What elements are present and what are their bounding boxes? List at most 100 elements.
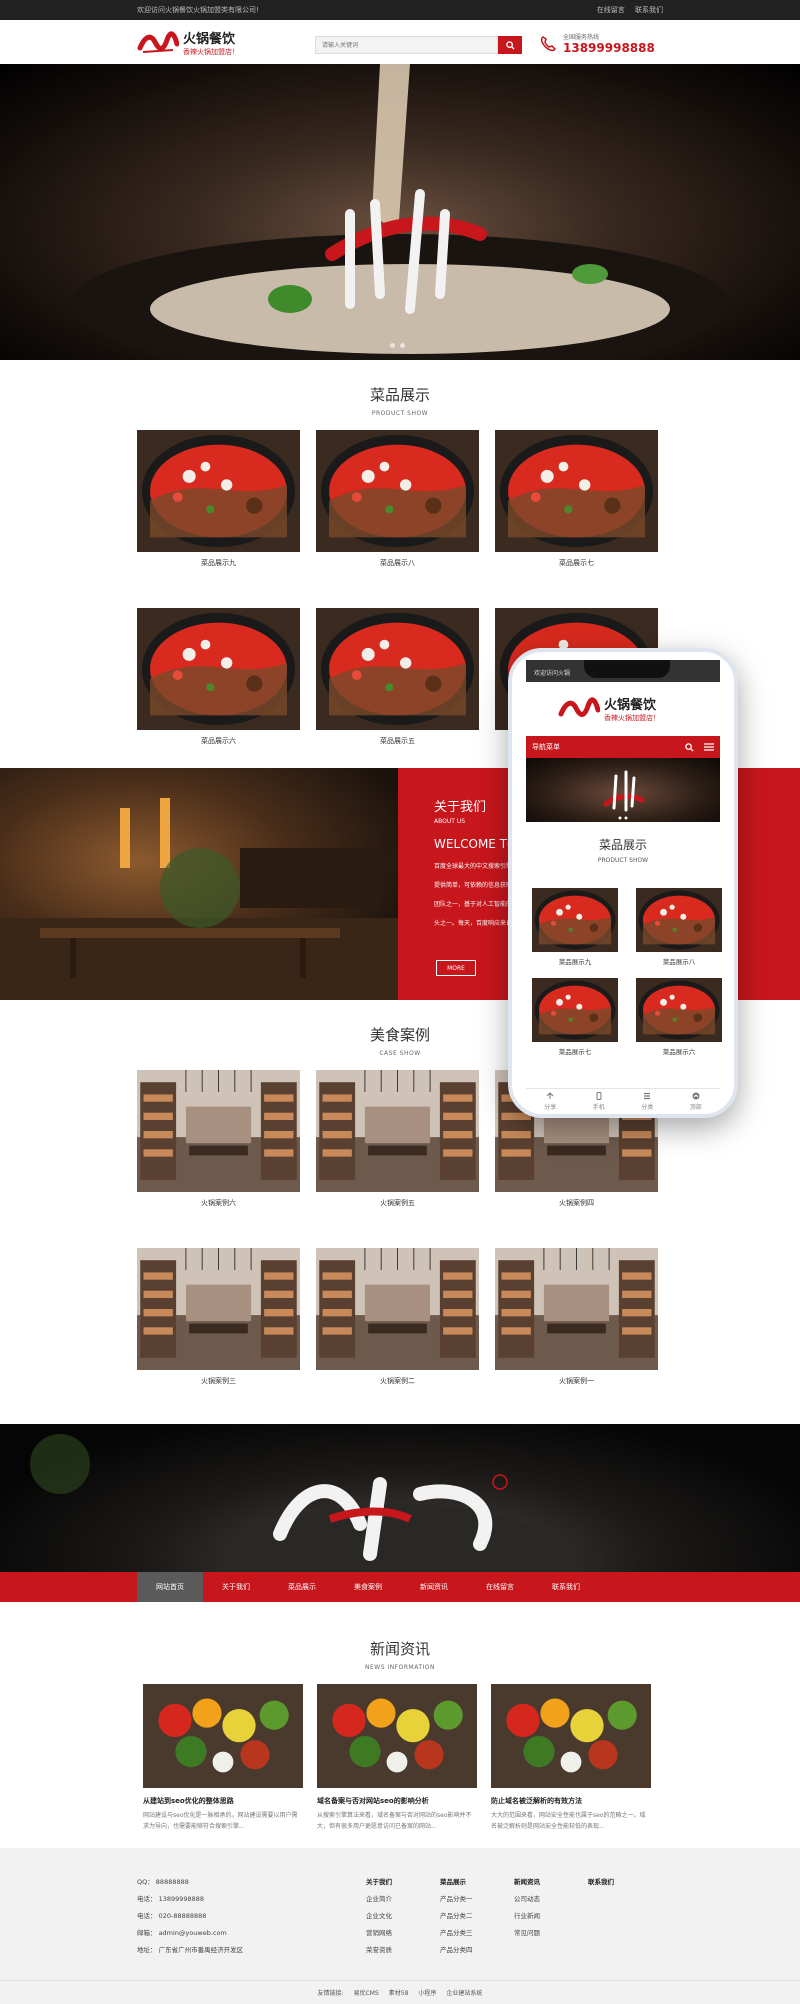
about-more-button[interactable]: MORE	[436, 960, 476, 976]
mobile-product-image[interactable]	[636, 888, 722, 952]
top-link-contact[interactable]: 联系我们	[635, 6, 663, 14]
product-caption[interactable]: 菜品展示九	[137, 558, 300, 568]
case-image[interactable]	[316, 1070, 479, 1192]
product-card[interactable]: 菜品展示六	[137, 608, 300, 746]
product-card[interactable]: 菜品展示五	[316, 608, 479, 746]
mobile-product-card[interactable]: 菜品展示九	[532, 888, 618, 966]
friend-link[interactable]: 小程序	[418, 1988, 436, 1997]
footer-column-head[interactable]: 关于我们	[366, 1874, 440, 1891]
footer-column-head[interactable]: 新闻资讯	[514, 1874, 588, 1891]
friend-link[interactable]: 易优CMS	[354, 1988, 379, 1997]
product-card[interactable]: 菜品展示八	[316, 430, 479, 568]
search-icon[interactable]	[685, 742, 694, 752]
product-caption[interactable]: 菜品展示七	[495, 558, 658, 568]
product-caption[interactable]: 菜品展示六	[137, 736, 300, 746]
news-item-title[interactable]: 域名备案与否对网站seo的影响分析	[317, 1796, 477, 1806]
nav-message[interactable]: 在线留言	[467, 1572, 533, 1602]
case-caption[interactable]: 火锅案例三	[137, 1376, 300, 1386]
case-caption[interactable]: 火锅案例一	[495, 1376, 658, 1386]
product-caption[interactable]: 菜品展示五	[316, 736, 479, 746]
footer-link[interactable]: 企业简介	[366, 1891, 440, 1908]
mobile-product-caption[interactable]: 菜品展示九	[532, 956, 618, 966]
footer-column: 菜品展示 产品分类一 产品分类二 产品分类三 产品分类四	[440, 1874, 514, 1959]
footer-link[interactable]: 常见问题	[514, 1925, 588, 1942]
footer-link[interactable]: 行业新闻	[514, 1908, 588, 1925]
case-card[interactable]: 火锅案例五	[316, 1070, 479, 1208]
footer-column-head[interactable]: 菜品展示	[440, 1874, 514, 1891]
site-logo[interactable]: 火锅餐饮 香辣火锅加盟店！	[137, 28, 239, 57]
news-card[interactable]: 从建站到seo优化的整体思路 网站建设与seo优化是一脉相承的。网站建设需要以用…	[143, 1684, 303, 1832]
nav-about[interactable]: 关于我们	[203, 1572, 269, 1602]
news-card[interactable]: 防止域名被泛解析的有效方法 大大的范围来看，网站安全性能也属于seo的范畴之一。…	[491, 1684, 651, 1832]
menu-icon[interactable]	[704, 743, 714, 751]
friend-link[interactable]: 企业建站系统	[446, 1988, 482, 1997]
case-card[interactable]: 火锅案例三	[137, 1248, 300, 1386]
case-caption[interactable]: 火锅案例五	[316, 1198, 479, 1208]
case-caption[interactable]: 火锅案例四	[495, 1198, 658, 1208]
case-caption[interactable]: 火锅案例二	[316, 1376, 479, 1386]
tab-mobile[interactable]: 手机	[593, 1089, 605, 1112]
footer-link[interactable]: 荣誉资质	[366, 1942, 440, 1959]
case-image[interactable]	[316, 1248, 479, 1370]
news-item-title[interactable]: 防止域名被泛解析的有效方法	[491, 1796, 651, 1806]
news-item-title[interactable]: 从建站到seo优化的整体思路	[143, 1796, 303, 1806]
nav-contact[interactable]: 联系我们	[533, 1572, 599, 1602]
news-image[interactable]	[143, 1684, 303, 1788]
news-card[interactable]: 域名备案与否对网站seo的影响分析 从搜索引擎算法来看，域名备案与否对网站的se…	[317, 1684, 477, 1832]
footer-link[interactable]: 产品分类二	[440, 1908, 514, 1925]
search-button[interactable]	[498, 36, 522, 54]
tab-top[interactable]: 顶部	[690, 1089, 702, 1112]
news-image[interactable]	[491, 1684, 651, 1788]
mobile-product-card[interactable]: 菜品展示七	[532, 978, 618, 1056]
nav-news[interactable]: 新闻资讯	[401, 1572, 467, 1602]
friend-links: 友情链接: 易优CMS 素材58 小程序 企业建站系统	[0, 1980, 800, 2004]
mobile-logo[interactable]: 火锅餐饮 香辣火锅加盟店！	[558, 694, 660, 723]
nav-products[interactable]: 菜品展示	[269, 1572, 335, 1602]
mobile-product-card[interactable]: 菜品展示六	[636, 978, 722, 1056]
search-input[interactable]	[315, 36, 498, 54]
footer-link[interactable]: 营销网络	[366, 1925, 440, 1942]
mobile-product-caption[interactable]: 菜品展示八	[636, 956, 722, 966]
mobile-nav-label[interactable]: 导航菜单	[532, 742, 560, 752]
nav-cases[interactable]: 美食案例	[335, 1572, 401, 1602]
footer-link[interactable]: 企业文化	[366, 1908, 440, 1925]
case-image[interactable]	[137, 1248, 300, 1370]
banner-dot-2[interactable]	[400, 343, 405, 348]
mobile-product-image[interactable]	[636, 978, 722, 1042]
mobile-banner[interactable]	[526, 758, 720, 822]
case-card[interactable]: 火锅案例一	[495, 1248, 658, 1386]
footer-link[interactable]: 公司动态	[514, 1891, 588, 1908]
footer-link[interactable]: 产品分类一	[440, 1891, 514, 1908]
mobile-product-image[interactable]	[532, 888, 618, 952]
case-card[interactable]: 火锅案例六	[137, 1070, 300, 1208]
case-image[interactable]	[495, 1248, 658, 1370]
product-image[interactable]	[316, 430, 479, 552]
product-image[interactable]	[137, 430, 300, 552]
banner-dish-image	[70, 64, 730, 360]
case-image[interactable]	[137, 1070, 300, 1192]
case-card[interactable]: 火锅案例二	[316, 1248, 479, 1386]
mobile-product-caption[interactable]: 菜品展示六	[636, 1046, 722, 1056]
nav-home[interactable]: 网站首页	[137, 1572, 203, 1602]
product-card[interactable]: 菜品展示九	[137, 430, 300, 568]
friend-link[interactable]: 素材58	[389, 1988, 409, 1997]
case-caption[interactable]: 火锅案例六	[137, 1198, 300, 1208]
footer-link[interactable]: 产品分类四	[440, 1942, 514, 1959]
product-image[interactable]	[137, 608, 300, 730]
mobile-product-card[interactable]: 菜品展示八	[636, 888, 722, 966]
news-image[interactable]	[317, 1684, 477, 1788]
tab-share[interactable]: 分享	[544, 1089, 556, 1112]
product-image[interactable]	[316, 608, 479, 730]
hero-banner[interactable]	[0, 64, 800, 360]
product-caption[interactable]: 菜品展示八	[316, 558, 479, 568]
mobile-product-caption[interactable]: 菜品展示七	[532, 1046, 618, 1056]
banner-dot-1[interactable]	[390, 343, 395, 348]
mobile-section-subtitle: PRODUCT SHOW	[597, 857, 649, 864]
product-card[interactable]: 菜品展示七	[495, 430, 658, 568]
footer-column-head[interactable]: 联系我们	[588, 1874, 662, 1891]
product-image[interactable]	[495, 430, 658, 552]
tab-category[interactable]: 分类	[641, 1089, 653, 1112]
footer-link[interactable]: 产品分类三	[440, 1925, 514, 1942]
mobile-product-image[interactable]	[532, 978, 618, 1042]
top-link-message[interactable]: 在线留言	[597, 6, 625, 14]
